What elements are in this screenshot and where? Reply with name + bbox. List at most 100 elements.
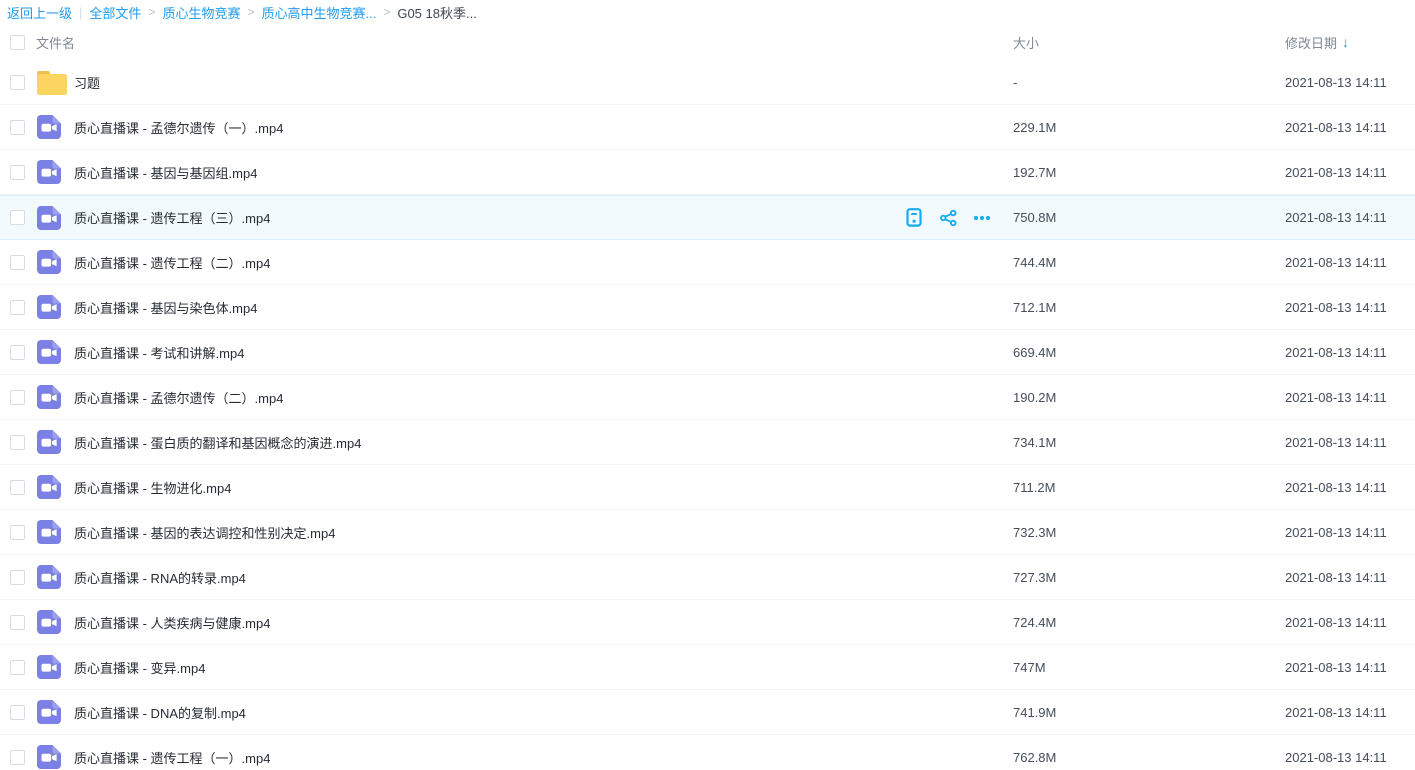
file-date: 2021-08-13 14:11 (1285, 750, 1415, 765)
file-type-icon (36, 744, 74, 770)
row-checkbox[interactable] (10, 660, 25, 675)
file-date: 2021-08-13 14:11 (1285, 705, 1415, 720)
file-name-link[interactable]: 质心直播课 - 遗传工程（三）.mp4 (74, 208, 270, 227)
file-type-icon (36, 249, 74, 275)
file-name-link[interactable]: 质心直播课 - 遗传工程（一）.mp4 (74, 748, 270, 767)
row-checkbox[interactable] (10, 480, 25, 495)
table-row[interactable]: 质心直播课 - 孟德尔遗传（一）.mp4 229.1M 2021-08-13 1… (0, 105, 1415, 150)
file-type-icon (36, 519, 74, 545)
file-name-link[interactable]: 质心直播课 - 孟德尔遗传（二）.mp4 (74, 388, 283, 407)
breadcrumb-separator: > (383, 5, 390, 19)
row-checkbox[interactable] (10, 255, 25, 270)
sort-desc-arrow-icon[interactable]: ↓ (1342, 35, 1349, 49)
video-file-icon (36, 699, 62, 725)
row-checkbox[interactable] (10, 615, 25, 630)
file-name-link[interactable]: 质心直播课 - 基因与基因组.mp4 (74, 163, 257, 182)
column-header-filename[interactable]: 文件名 (36, 33, 75, 52)
file-name-link[interactable]: 质心直播课 - 基因的表达调控和性别决定.mp4 (74, 523, 335, 542)
file-size: 732.3M (1013, 525, 1285, 540)
file-date: 2021-08-13 14:11 (1285, 570, 1415, 585)
file-name-link[interactable]: 质心直播课 - RNA的转录.mp4 (74, 568, 246, 587)
table-row[interactable]: 质心直播课 - 生物进化.mp4 711.2M 2021-08-13 14:11 (0, 465, 1415, 510)
share-icon[interactable] (939, 209, 957, 227)
video-file-icon (36, 564, 62, 590)
file-date: 2021-08-13 14:11 (1285, 255, 1415, 270)
file-date: 2021-08-13 14:11 (1285, 210, 1415, 225)
table-row[interactable]: 质心直播课 - 蛋白质的翻译和基因概念的演进.mp4 734.1M 2021-0… (0, 420, 1415, 465)
table-row[interactable]: 质心直播课 - RNA的转录.mp4 727.3M 2021-08-13 14:… (0, 555, 1415, 600)
breadcrumb-back-link[interactable]: 返回上一级 (7, 3, 72, 22)
breadcrumb-current: G05 18秋季... (397, 3, 476, 22)
table-row[interactable]: 习题 - 2021-08-13 14:11 (0, 60, 1415, 105)
file-date: 2021-08-13 14:11 (1285, 75, 1415, 90)
file-name-link[interactable]: 质心直播课 - 基因与染色体.mp4 (74, 298, 257, 317)
file-date: 2021-08-13 14:11 (1285, 660, 1415, 675)
file-size: 762.8M (1013, 750, 1285, 765)
file-type-icon (36, 609, 74, 635)
row-checkbox[interactable] (10, 345, 25, 360)
file-size: 711.2M (1013, 480, 1285, 495)
table-row[interactable]: 质心直播课 - 遗传工程（一）.mp4 762.8M 2021-08-13 14… (0, 735, 1415, 770)
video-file-icon (36, 474, 62, 500)
file-name-link[interactable]: 质心直播课 - DNA的复制.mp4 (74, 703, 246, 722)
breadcrumb-link-highschool-bio[interactable]: 质心高中生物竞赛... (261, 3, 376, 22)
row-checkbox[interactable] (10, 705, 25, 720)
file-type-icon (36, 114, 74, 140)
row-checkbox[interactable] (10, 750, 25, 765)
table-row[interactable]: 质心直播课 - 孟德尔遗传（二）.mp4 190.2M 2021-08-13 1… (0, 375, 1415, 420)
table-row[interactable]: 质心直播课 - 基因与基因组.mp4 192.7M 2021-08-13 14:… (0, 150, 1415, 195)
breadcrumb-separator: > (247, 5, 254, 19)
file-date: 2021-08-13 14:11 (1285, 300, 1415, 315)
video-file-icon (36, 384, 62, 410)
file-type-icon (36, 654, 74, 680)
row-checkbox[interactable] (10, 570, 25, 585)
file-size: 734.1M (1013, 435, 1285, 450)
table-row[interactable]: 质心直播课 - 人类疾病与健康.mp4 724.4M 2021-08-13 14… (0, 600, 1415, 645)
save-to-phone-icon[interactable] (905, 209, 923, 227)
row-checkbox[interactable] (10, 210, 25, 225)
row-checkbox[interactable] (10, 390, 25, 405)
select-all-checkbox[interactable] (10, 35, 25, 50)
column-header-date[interactable]: 修改日期 ↓ (1285, 33, 1415, 52)
column-header-size[interactable]: 大小 (1013, 33, 1285, 52)
file-name-link[interactable]: 质心直播课 - 生物进化.mp4 (74, 478, 231, 497)
file-name-link[interactable]: 质心直播课 - 蛋白质的翻译和基因概念的演进.mp4 (74, 433, 361, 452)
row-actions (905, 209, 991, 227)
file-name-link[interactable]: 质心直播课 - 人类疾病与健康.mp4 (74, 613, 270, 632)
file-size: 727.3M (1013, 570, 1285, 585)
file-type-icon (36, 384, 74, 410)
file-size: 750.8M (1013, 210, 1285, 225)
video-file-icon (36, 519, 62, 545)
file-name-link[interactable]: 习题 (74, 73, 100, 92)
table-row[interactable]: 质心直播课 - 考试和讲解.mp4 669.4M 2021-08-13 14:1… (0, 330, 1415, 375)
file-type-icon (36, 564, 74, 590)
file-list: 习题 - 2021-08-13 14:11 质心直播课 - 孟德尔遗传（一）.m… (0, 60, 1415, 770)
file-size: 669.4M (1013, 345, 1285, 360)
file-type-icon (36, 294, 74, 320)
file-size: 190.2M (1013, 390, 1285, 405)
file-name-link[interactable]: 质心直播课 - 遗传工程（二）.mp4 (74, 253, 270, 272)
file-size: 747M (1013, 660, 1285, 675)
row-checkbox[interactable] (10, 120, 25, 135)
row-checkbox[interactable] (10, 300, 25, 315)
file-type-icon (36, 339, 74, 365)
file-name-link[interactable]: 质心直播课 - 孟德尔遗传（一）.mp4 (74, 118, 283, 137)
table-row[interactable]: 质心直播课 - DNA的复制.mp4 741.9M 2021-08-13 14:… (0, 690, 1415, 735)
breadcrumb-link-bio-contest[interactable]: 质心生物竞赛 (162, 3, 240, 22)
table-row[interactable]: 质心直播课 - 遗传工程（二）.mp4 744.4M 2021-08-13 14… (0, 240, 1415, 285)
breadcrumb-separator: > (148, 5, 155, 19)
file-date: 2021-08-13 14:11 (1285, 345, 1415, 360)
table-row[interactable]: 质心直播课 - 基因与染色体.mp4 712.1M 2021-08-13 14:… (0, 285, 1415, 330)
row-checkbox[interactable] (10, 525, 25, 540)
breadcrumb-link-all-files[interactable]: 全部文件 (89, 3, 141, 22)
table-row[interactable]: 质心直播课 - 变异.mp4 747M 2021-08-13 14:11 (0, 645, 1415, 690)
row-checkbox[interactable] (10, 75, 25, 90)
row-checkbox[interactable] (10, 435, 25, 450)
table-row[interactable]: 质心直播课 - 基因的表达调控和性别决定.mp4 732.3M 2021-08-… (0, 510, 1415, 555)
file-name-link[interactable]: 质心直播课 - 考试和讲解.mp4 (74, 343, 244, 362)
table-row[interactable]: 质心直播课 - 遗传工程（三）.mp4 (0, 195, 1415, 240)
more-icon[interactable] (973, 209, 991, 227)
row-checkbox[interactable] (10, 165, 25, 180)
file-size: 192.7M (1013, 165, 1285, 180)
file-name-link[interactable]: 质心直播课 - 变异.mp4 (74, 658, 205, 677)
